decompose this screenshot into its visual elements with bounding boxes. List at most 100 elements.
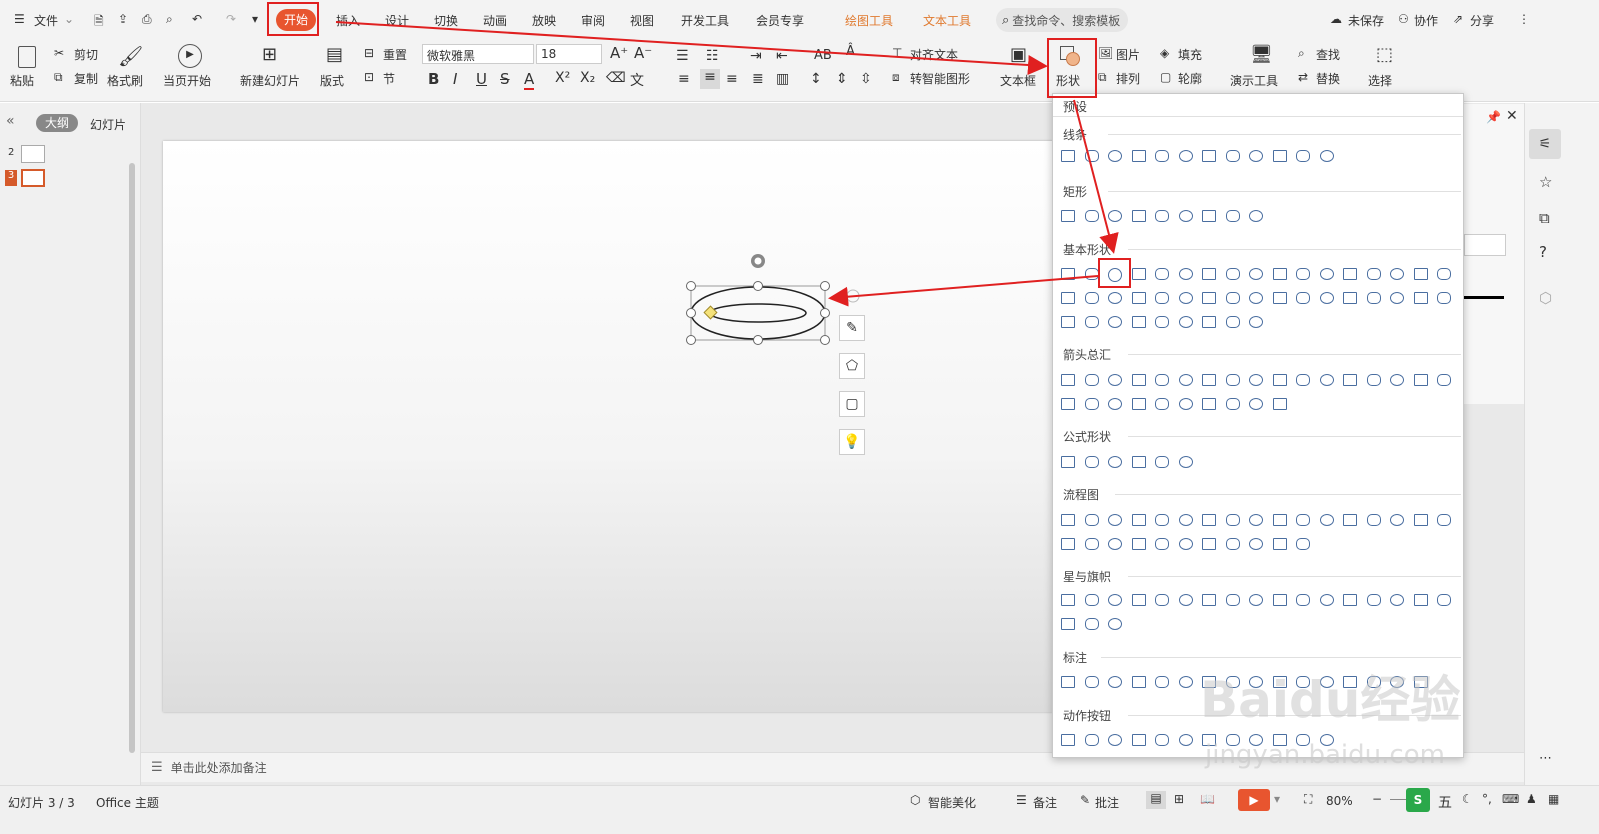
shape-option-icon[interactable] (1084, 676, 1099, 688)
scrollbar[interactable] (129, 163, 135, 753)
shape-option-icon[interactable] (1108, 676, 1122, 688)
shape-option-icon[interactable] (1437, 292, 1451, 304)
outline-style-icon[interactable]: ▢ (839, 391, 865, 417)
star-icon[interactable]: ☆ (1539, 173, 1552, 191)
punctuation-icon[interactable]: °, (1482, 792, 1492, 806)
shape-option-icon[interactable] (1272, 398, 1287, 410)
shape-option-icon[interactable] (1413, 374, 1428, 386)
shape-option-icon[interactable] (1366, 594, 1381, 606)
close-icon[interactable]: ✕ (1506, 108, 1518, 124)
shape-option-icon[interactable] (1225, 594, 1240, 606)
shape-option-icon[interactable] (1366, 268, 1381, 280)
shape-option-icon[interactable] (1390, 514, 1404, 526)
shape-option-icon[interactable] (1084, 734, 1099, 746)
font-name-select[interactable]: 微软雅黑 (422, 44, 534, 64)
shape-option-icon[interactable] (1084, 538, 1099, 550)
shape-option-icon[interactable] (1131, 676, 1146, 688)
shape-option-icon[interactable] (1061, 514, 1075, 526)
comments-button[interactable]: 批注 (1095, 794, 1119, 811)
shape-option-icon[interactable] (1108, 734, 1122, 746)
shape-option-icon[interactable] (1319, 268, 1334, 280)
shape-option-icon[interactable] (1296, 292, 1310, 304)
shape-option-icon[interactable] (1249, 398, 1263, 410)
property-select[interactable] (1464, 234, 1506, 256)
shape-option-icon[interactable] (1272, 374, 1287, 386)
shape-option-icon[interactable] (1061, 374, 1075, 386)
shape-option-icon[interactable] (1390, 268, 1404, 280)
shape-option-icon[interactable] (1155, 210, 1169, 222)
shape-option-icon[interactable] (1084, 398, 1099, 410)
shape-option-icon[interactable] (1155, 676, 1169, 688)
shape-option-icon[interactable] (1131, 456, 1146, 468)
shape-option-icon[interactable] (1202, 268, 1216, 280)
shape-option-icon[interactable] (1084, 210, 1099, 222)
tab-drawing-tools[interactable]: 绘图工具 (845, 12, 893, 29)
selected-ellipse-shape[interactable] (680, 250, 880, 360)
shape-option-icon[interactable] (1061, 150, 1075, 162)
resize-handle[interactable] (820, 281, 830, 291)
shape-option-icon[interactable] (1249, 374, 1263, 386)
shape-option-icon[interactable] (1249, 538, 1263, 550)
paragraph-icon[interactable]: ⇕ (836, 71, 848, 87)
shape-option-icon[interactable] (1155, 316, 1169, 328)
shape-option-icon[interactable] (1319, 374, 1334, 386)
increase-font-icon[interactable]: A⁺ (610, 44, 628, 62)
replace-button[interactable]: 替换 (1316, 70, 1340, 87)
shape-option-icon[interactable] (1202, 514, 1216, 526)
shape-option-icon[interactable] (1225, 316, 1240, 328)
settings-sliders-icon[interactable]: ⚟ (1529, 129, 1561, 159)
shape-option-icon[interactable] (1061, 594, 1075, 606)
beautify-button[interactable]: 智能美化 (928, 794, 976, 811)
shape-option-icon[interactable] (1084, 594, 1099, 606)
more-icon[interactable]: ⋮ (1518, 12, 1530, 26)
shape-option-icon[interactable] (1131, 734, 1146, 746)
justify-icon[interactable]: ≣ (752, 71, 764, 87)
shape-option-icon[interactable] (1108, 514, 1122, 526)
slide-thumbnail-2[interactable] (21, 145, 45, 163)
shape-option-icon[interactable] (1061, 538, 1075, 550)
grid-icon[interactable]: ▦ (1548, 792, 1559, 806)
shape-option-icon[interactable] (1155, 150, 1169, 162)
shape-option-icon[interactable] (1413, 514, 1428, 526)
theme-name[interactable]: Office 主题 (96, 794, 159, 811)
shape-option-icon[interactable] (1178, 398, 1193, 410)
shape-option-icon[interactable] (1108, 374, 1122, 386)
shape-option-icon[interactable] (1131, 398, 1146, 410)
from-current-button[interactable]: 当页开始 (163, 72, 211, 89)
shape-option-icon[interactable] (1225, 374, 1240, 386)
font-size-select[interactable]: 18 (536, 44, 602, 64)
shape-option-icon[interactable] (1061, 398, 1075, 410)
shape-option-icon[interactable] (1437, 594, 1451, 606)
shape-option-icon[interactable] (1131, 538, 1146, 550)
shape-option-icon[interactable] (1061, 734, 1075, 746)
search-input[interactable]: 查找命令、搜索模板 (1012, 12, 1120, 29)
format-painter-button[interactable]: 格式刷 (107, 72, 143, 89)
shape-option-icon[interactable] (1178, 734, 1193, 746)
zoom-level[interactable]: 80% (1326, 794, 1353, 808)
tab-transition[interactable]: 切换 (434, 12, 458, 29)
shape-option-icon[interactable] (1131, 268, 1146, 280)
shape-option-icon[interactable] (1084, 456, 1099, 468)
shape-option-icon[interactable] (1178, 316, 1193, 328)
tab-design[interactable]: 设计 (385, 12, 409, 29)
shape-option-icon[interactable] (1061, 210, 1075, 222)
window-icon[interactable]: ⧉ (1539, 209, 1550, 227)
ime-logo-icon[interactable]: S (1406, 788, 1430, 812)
chevron-down-icon[interactable]: ▾ (1274, 792, 1280, 806)
shape-option-icon[interactable] (1178, 594, 1193, 606)
text-direction-icon[interactable]: AB (814, 48, 832, 63)
find-button[interactable]: 查找 (1316, 46, 1340, 63)
menu-icon[interactable]: ☰ (14, 12, 25, 26)
phonetic-icon[interactable]: 文 (630, 70, 644, 90)
shape-option-icon[interactable] (1155, 514, 1169, 526)
resize-handle[interactable] (753, 335, 763, 345)
collapse-icon[interactable]: « (6, 113, 15, 129)
reset-button[interactable]: 重置 (383, 46, 407, 63)
shape-option-icon[interactable] (1343, 594, 1357, 606)
shape-option-icon[interactable] (1319, 292, 1334, 304)
shape-option-icon[interactable] (1084, 618, 1099, 630)
shape-option-icon[interactable] (1296, 150, 1310, 162)
shape-option-icon[interactable] (1296, 514, 1310, 526)
shape-option-icon[interactable] (1155, 594, 1169, 606)
shape-option-icon[interactable] (1413, 268, 1428, 280)
